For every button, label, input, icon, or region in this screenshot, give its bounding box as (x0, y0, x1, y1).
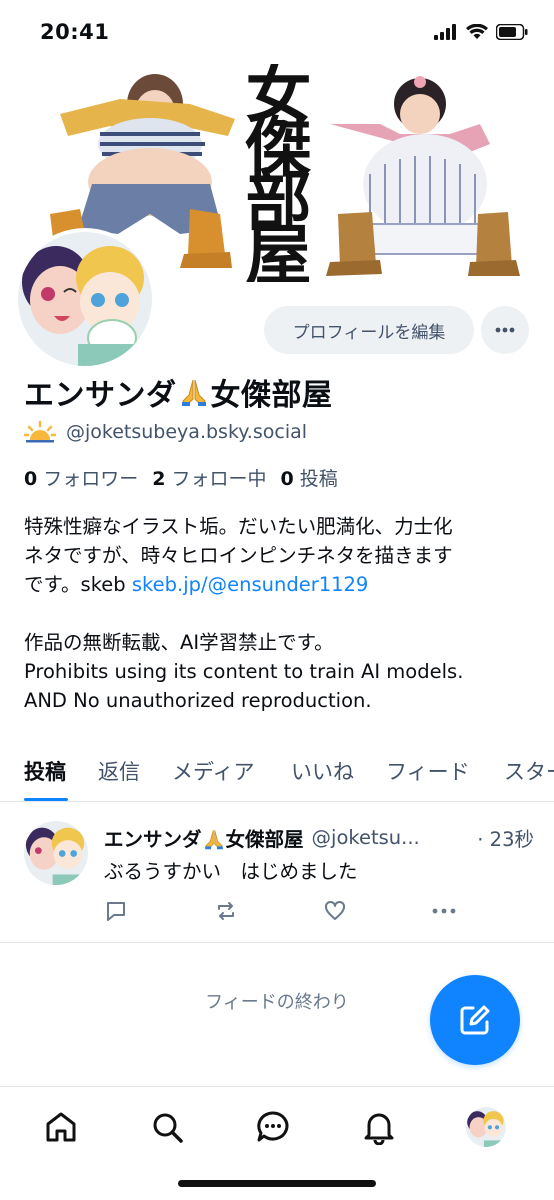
tab-feeds[interactable]: フィード (386, 756, 470, 786)
bio-text: です。skeb (24, 573, 132, 596)
post-text: ぶるうすかい はじめました (104, 860, 358, 883)
tab-replies[interactable]: 返信 (98, 756, 140, 786)
reply-icon[interactable] (104, 899, 128, 927)
following-stat[interactable]: 2 フォロー中 (152, 464, 266, 491)
bio-line: 作品の無断転載、AI学習禁止です。 (24, 631, 334, 654)
display-name: エンサンダ 女傑部屋 (24, 370, 333, 414)
repost-icon[interactable] (214, 899, 238, 927)
feed-post[interactable]: エンサンダ 女傑部屋 @joketsu... · 23秒 ぶるうすかい はじめまし… (0, 803, 554, 943)
bio-line: 特殊性癖なイラスト垢。だいたい肥満化、力士化 (24, 515, 453, 538)
home-indicator[interactable] (178, 1180, 376, 1187)
profile-avatar[interactable] (466, 1107, 506, 1147)
post-header: エンサンダ 女傑部屋 @joketsu... · 23秒 (104, 823, 534, 852)
skeb-link[interactable]: skeb.jp/@ensunder1129 (132, 573, 368, 596)
chat-icon[interactable] (253, 1107, 293, 1147)
banner-title: 女 傑 部 屋 (231, 64, 326, 282)
post-more-icon[interactable] (431, 901, 457, 925)
post-author-name[interactable]: エンサンダ 女傑部屋 (104, 823, 304, 852)
wifi-icon (466, 23, 488, 44)
posts-count: 0 (280, 468, 294, 490)
search-icon[interactable] (147, 1107, 187, 1147)
sunrise-icon (24, 420, 56, 444)
post-actions (104, 899, 464, 923)
post-author-avatar[interactable] (24, 821, 88, 885)
edit-profile-button[interactable]: プロフィールを編集 (264, 306, 474, 354)
active-tab-indicator (24, 798, 68, 801)
battery-icon (495, 23, 528, 44)
status-icons (434, 23, 528, 44)
tab-media[interactable]: メディア (172, 756, 255, 786)
tab-starter-packs[interactable]: スタータ (504, 756, 554, 786)
bio-line: AND No unauthorized reproduction. (24, 689, 372, 712)
posts-stat: 0 投稿 (281, 464, 338, 491)
following-label: フォロー中 (171, 468, 267, 490)
posts-label: 投稿 (299, 468, 338, 490)
avatar-illustration (24, 821, 88, 885)
praying-hands-icon (179, 377, 209, 407)
profile-bio: 特殊性癖なイラスト垢。だいたい肥満化、力士化 ネタですが、時々ヒロインピンチネタ… (24, 512, 534, 715)
post-timestamp[interactable]: · 23秒 (471, 823, 534, 852)
followers-stat[interactable]: 0 フォロワー (24, 464, 138, 491)
following-count: 2 (152, 468, 166, 490)
profile-tabs: 投稿 返信 メディア いいね フィード スタータ (0, 748, 554, 802)
status-bar: 20:41 (0, 0, 554, 64)
display-name-text: エンサンダ (24, 378, 177, 413)
praying-hands-icon (203, 828, 225, 850)
home-icon[interactable] (41, 1107, 81, 1147)
ellipsis-icon (495, 327, 515, 333)
avatar-illustration (466, 1107, 506, 1147)
profile-handle: @joketsubeya.bsky.social (66, 421, 308, 443)
like-icon[interactable] (323, 899, 347, 927)
followers-count: 0 (24, 468, 38, 490)
avatar-illustration (18, 232, 152, 366)
bio-spacer (24, 599, 534, 628)
followers-label: フォロワー (43, 468, 139, 490)
more-options-button[interactable] (481, 306, 529, 354)
compose-icon (460, 1005, 490, 1035)
status-time: 20:41 (40, 20, 110, 44)
banner-title-char: 屋 (245, 216, 312, 282)
tab-likes[interactable]: いいね (291, 756, 354, 786)
bio-line: Prohibits using its content to train AI … (24, 660, 464, 683)
tab-posts[interactable]: 投稿 (24, 756, 66, 786)
profile-avatar-large[interactable] (14, 228, 156, 370)
profile-stats: 0 フォロワー 2 フォロー中 0 投稿 (24, 464, 338, 491)
display-name-suffix: 女傑部屋 (210, 378, 333, 413)
notifications-icon[interactable] (359, 1107, 399, 1147)
handle-row: @joketsubeya.bsky.social (24, 420, 307, 444)
post-author-suffix: 女傑部屋 (225, 828, 304, 851)
bio-line: です。skeb skeb.jp/@ensunder1129 (24, 570, 534, 599)
bio-line: ネタですが、時々ヒロインピンチネタを描きます (24, 544, 453, 567)
post-author-handle[interactable]: @joketsu... (312, 826, 420, 849)
compose-button[interactable] (430, 975, 520, 1065)
post-author-text: エンサンダ (104, 828, 202, 851)
signal-icon (434, 24, 458, 44)
